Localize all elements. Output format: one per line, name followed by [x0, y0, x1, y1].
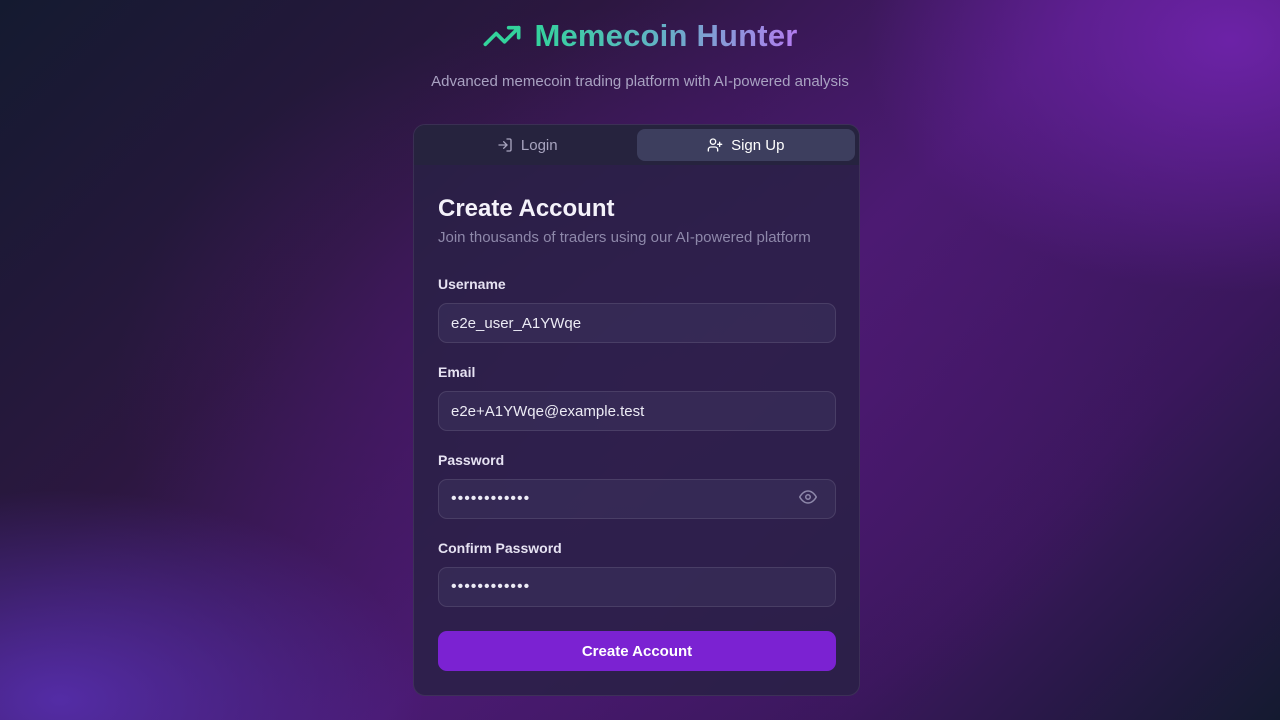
- username-input[interactable]: [438, 303, 836, 343]
- form-title: Create Account: [438, 195, 615, 222]
- tab-login[interactable]: Login: [418, 129, 637, 161]
- auth-card: Login Sign Up Create Account Join thousa…: [413, 124, 860, 696]
- username-label: Username: [438, 276, 506, 292]
- create-account-button[interactable]: Create Account: [438, 631, 836, 671]
- user-plus-icon: [707, 138, 723, 152]
- app-title: Memecoin Hunter: [534, 18, 798, 53]
- eye-icon[interactable]: [799, 488, 817, 506]
- confirm-password-input[interactable]: [438, 567, 836, 607]
- log-in-icon: [498, 138, 512, 152]
- app-subtitle: Advanced memecoin trading platform with …: [431, 73, 849, 90]
- trending-up-icon: [483, 25, 521, 47]
- form-description: Join thousands of traders using our AI-p…: [438, 229, 811, 246]
- email-label: Email: [438, 364, 476, 380]
- auth-tabs: Login Sign Up: [414, 125, 859, 165]
- password-label: Password: [438, 452, 505, 468]
- tab-login-label: Login: [520, 136, 558, 154]
- tab-signup[interactable]: Sign Up: [636, 129, 855, 161]
- brand: Memecoin Hunter: [0, 16, 1280, 56]
- email-input[interactable]: [438, 391, 836, 431]
- tab-signup-label: Sign Up: [731, 136, 785, 154]
- confirm-password-label: Confirm Password: [438, 540, 562, 556]
- password-input[interactable]: [438, 479, 836, 519]
